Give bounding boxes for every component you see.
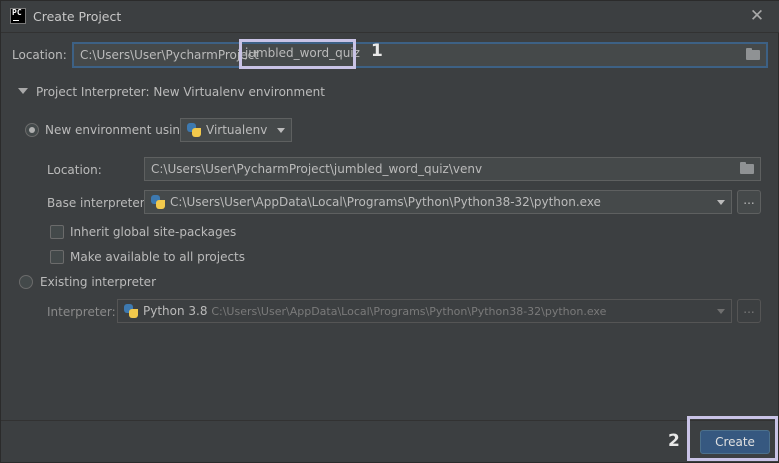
project-location-input[interactable]: C:\Users\User\PycharmProject [72, 42, 768, 68]
location-value-prefix: C:\Users\User\PycharmProject [80, 48, 259, 62]
annotation-number-1: 1 [371, 41, 383, 61]
inherit-site-packages-label[interactable]: Inherit global site-packages [70, 225, 236, 239]
python-icon [124, 304, 138, 318]
folder-icon[interactable] [746, 48, 760, 60]
venv-location-value: C:\Users\User\PycharmProject\jumbled_wor… [151, 162, 483, 176]
base-interpreter-select[interactable]: C:\Users\User\AppData\Local\Programs\Pyt… [144, 190, 732, 214]
annotation-number-2: 2 [668, 431, 680, 451]
environment-tool-select[interactable]: Virtualenv [180, 118, 292, 142]
interpreter-name: Python 3.8 [143, 304, 208, 318]
chevron-down-icon [277, 128, 285, 133]
make-available-label[interactable]: Make available to all projects [70, 250, 245, 264]
close-icon[interactable]: ✕ [748, 7, 766, 25]
base-interpreter-label: Base interpreter: [47, 196, 149, 210]
existing-interpreter-radio[interactable] [19, 275, 33, 289]
annotation-box-1 [239, 39, 356, 69]
new-environment-label[interactable]: New environment using [45, 123, 188, 137]
base-interpreter-value: C:\Users\User\AppData\Local\Programs\Pyt… [170, 195, 601, 209]
location-label: Location: [12, 48, 67, 62]
python-icon [151, 195, 165, 209]
footer-divider [1, 420, 779, 421]
environment-tool-value: Virtualenv [206, 123, 268, 137]
existing-interpreter-browse-button[interactable]: ... [737, 299, 761, 323]
create-button[interactable]: Create [700, 430, 770, 454]
existing-interpreter-label[interactable]: Existing interpreter [40, 275, 156, 289]
base-interpreter-browse-button[interactable]: ... [737, 190, 761, 214]
dialog-title: Create Project [33, 9, 122, 24]
folder-icon[interactable] [740, 162, 754, 174]
title-bar: PC Create Project ✕ [1, 1, 779, 33]
interpreter-label: Interpreter: [47, 305, 116, 319]
new-environment-radio[interactable] [25, 123, 39, 137]
existing-interpreter-select[interactable]: Python 3.8 C:\Users\User\AppData\Local\P… [117, 299, 732, 323]
chevron-down-icon [717, 309, 725, 314]
python-icon [187, 123, 201, 137]
make-available-checkbox[interactable] [50, 250, 64, 264]
interpreter-section-title[interactable]: Project Interpreter: New Virtualenv envi… [36, 85, 325, 99]
venv-location-input[interactable]: C:\Users\User\PycharmProject\jumbled_wor… [144, 157, 761, 181]
inherit-site-packages-checkbox[interactable] [50, 225, 64, 239]
pycharm-logo-icon: PC [10, 8, 26, 24]
interpreter-path: C:\Users\User\AppData\Local\Programs\Pyt… [211, 305, 607, 318]
venv-location-label: Location: [47, 163, 102, 177]
create-project-dialog: PC Create Project ✕ Location: C:\Users\U… [0, 0, 779, 463]
collapse-triangle-icon[interactable] [18, 88, 28, 94]
chevron-down-icon [717, 200, 725, 205]
